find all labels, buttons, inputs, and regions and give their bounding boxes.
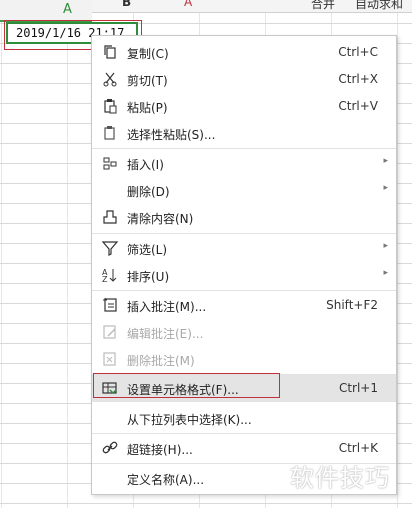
menu-item-paste[interactable]: 粘贴(P) Ctrl+V (92, 93, 396, 120)
menu-item-filter[interactable]: 筛选(L) ▸ (92, 235, 396, 262)
eraser-icon (102, 209, 118, 225)
menu-item-label: 超链接(H)... (127, 443, 193, 457)
menu-item-delete-comment: 删除批注(M) (92, 346, 396, 373)
copy-icon (102, 44, 118, 60)
menu-separator (92, 233, 396, 234)
menu-item-pick-from-list[interactable]: 从下拉列表中选择(K)... (92, 405, 396, 432)
edit-comment-icon (102, 324, 118, 340)
filter-icon (102, 240, 118, 256)
paste-special-icon (102, 125, 118, 141)
menu-item-shortcut: Ctrl+X (338, 72, 378, 86)
menu-item-copy[interactable]: 复制(C) Ctrl+C (92, 39, 396, 66)
menu-item-cut[interactable]: 剪切(T) Ctrl+X (92, 66, 396, 93)
menu-item-shortcut: Ctrl+V (338, 99, 378, 113)
submenu-arrow-icon: ▸ (383, 156, 388, 166)
menu-item-label: 从下拉列表中选择(K)... (127, 413, 252, 427)
menu-separator (92, 290, 396, 291)
menu-item-shortcut: Ctrl+1 (338, 381, 378, 395)
context-menu: 复制(C) Ctrl+C 剪切(T) Ctrl+X 粘贴(P) Ctrl+V 选… (91, 35, 397, 495)
font-color-button[interactable]: A (184, 0, 192, 9)
delete-comment-icon (102, 351, 118, 367)
submenu-arrow-icon: ▸ (383, 241, 388, 251)
menu-item-insert-comment[interactable]: 插入批注(M)... Shift+F2 (92, 292, 396, 319)
menu-item-insert[interactable]: 插入(I) ▸ (92, 150, 396, 177)
watermark: 软件技巧 (290, 464, 390, 492)
menu-item-shortcut: Ctrl+K (338, 441, 378, 455)
ribbon-toolbar-strip: B A 合并 自动求和 (92, 0, 412, 13)
menu-item-label: 删除(D) (127, 185, 170, 199)
insert-icon (102, 155, 118, 171)
menu-item-label: 定义名称(A)... (127, 473, 205, 487)
column-label: A (63, 2, 72, 17)
menu-item-label: 筛选(L) (127, 243, 168, 257)
menu-item-edit-comment: 编辑批注(E)... (92, 319, 396, 346)
scissors-icon (102, 71, 118, 87)
bold-button[interactable]: B (122, 0, 131, 9)
menu-item-label: 清除内容(N) (127, 212, 194, 226)
menu-item-shortcut: Ctrl+C (338, 45, 378, 59)
format-cells-annotation-box (93, 373, 280, 398)
menu-item-label: 粘贴(P) (127, 101, 168, 115)
link-icon (102, 440, 118, 456)
insert-comment-icon (102, 297, 118, 313)
menu-item-label: 编辑批注(E)... (127, 327, 204, 341)
menu-item-label: 选择性粘贴(S)... (127, 128, 216, 142)
menu-item-clear-contents[interactable]: 清除内容(N) (92, 204, 396, 231)
submenu-arrow-icon: ▸ (383, 183, 388, 193)
merge-button[interactable]: 合并 (311, 0, 335, 12)
submenu-arrow-icon: ▸ (383, 268, 388, 278)
menu-item-label: 删除批注(M) (127, 354, 195, 368)
svg-text:Z: Z (102, 275, 108, 283)
menu-item-label: 插入批注(M)... (127, 300, 207, 314)
menu-item-label: 插入(I) (127, 158, 164, 172)
sort-icon: AZ (102, 267, 118, 283)
menu-separator (92, 148, 396, 149)
menu-item-delete[interactable]: 删除(D) ▸ (92, 177, 396, 204)
menu-item-label: 剪切(T) (127, 74, 168, 88)
autosum-button[interactable]: 自动求和 (355, 0, 403, 12)
menu-item-paste-special[interactable]: 选择性粘贴(S)... (92, 120, 396, 147)
column-header-a[interactable]: A (0, 0, 92, 22)
menu-item-sort[interactable]: AZ 排序(U) ▸ (92, 262, 396, 289)
menu-separator (92, 433, 396, 434)
paste-icon (102, 98, 118, 114)
menu-item-shortcut: Shift+F2 (326, 298, 378, 312)
menu-item-label: 复制(C) (127, 47, 169, 61)
menu-item-label: 排序(U) (127, 270, 170, 284)
